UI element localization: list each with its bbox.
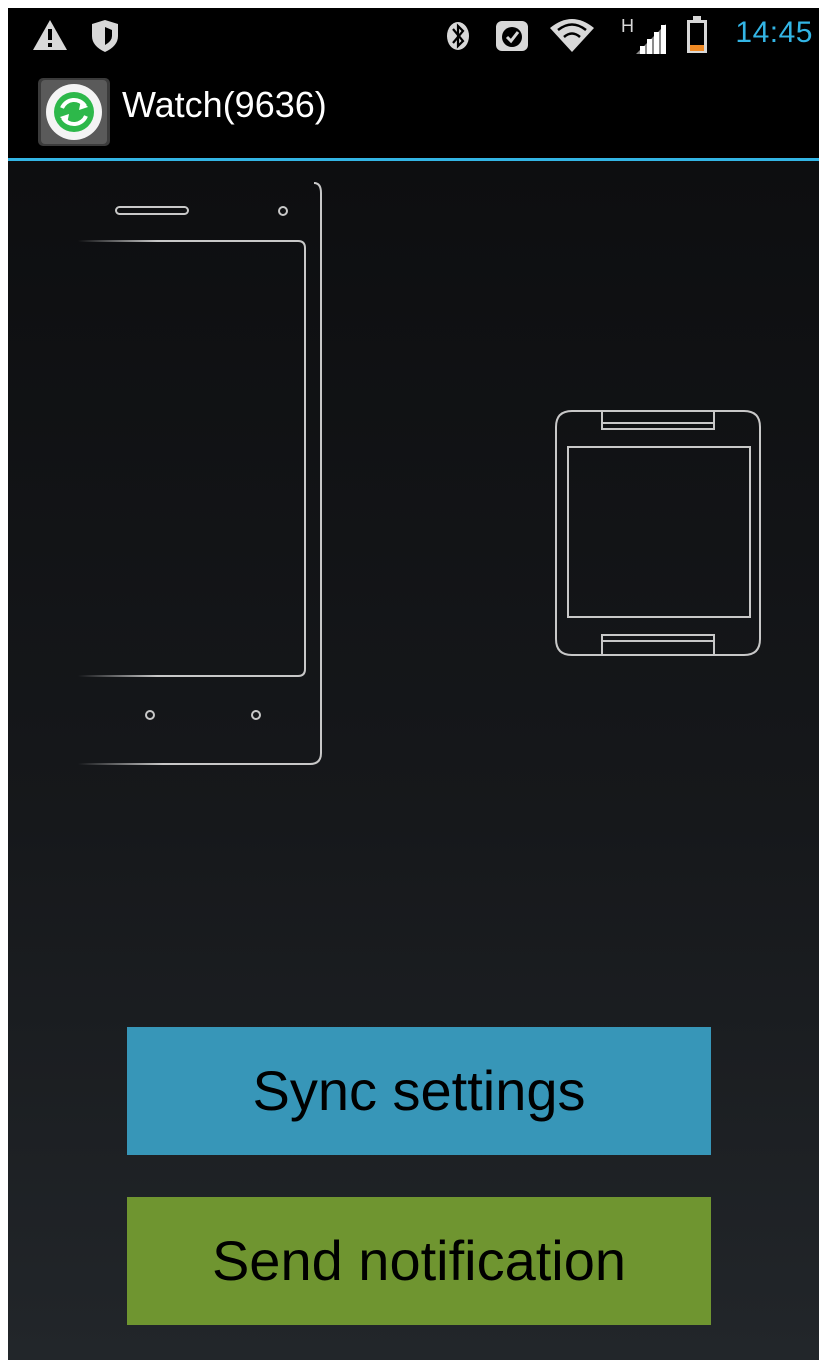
warning-icon [33, 20, 67, 50]
signal-h-icon: H [621, 16, 666, 54]
svg-text:H: H [621, 16, 634, 36]
sync-settings-button[interactable]: Sync settings [127, 1027, 711, 1155]
send-notification-button[interactable]: Send notification [127, 1197, 711, 1325]
wifi-icon [550, 19, 594, 52]
shield-icon [92, 20, 118, 52]
device-illustration [78, 182, 761, 765]
sync-app-icon[interactable] [38, 78, 110, 146]
main-content: Sync settings Send notification [8, 161, 819, 1360]
status-time: 14:45 [735, 16, 813, 49]
action-bar: Watch(9636) [8, 62, 819, 158]
phone-screen: H 14:45 Watch(9636) Sync settings Send n… [8, 8, 819, 1360]
app-title: Watch(9636) [122, 84, 327, 125]
status-bar: H 14:45 [8, 8, 819, 62]
bluetooth-icon [447, 22, 469, 50]
phone-outline-icon [78, 182, 322, 765]
watch-outline-icon [555, 357, 761, 711]
battery-low-icon [687, 16, 707, 53]
alarm-icon [496, 21, 528, 51]
